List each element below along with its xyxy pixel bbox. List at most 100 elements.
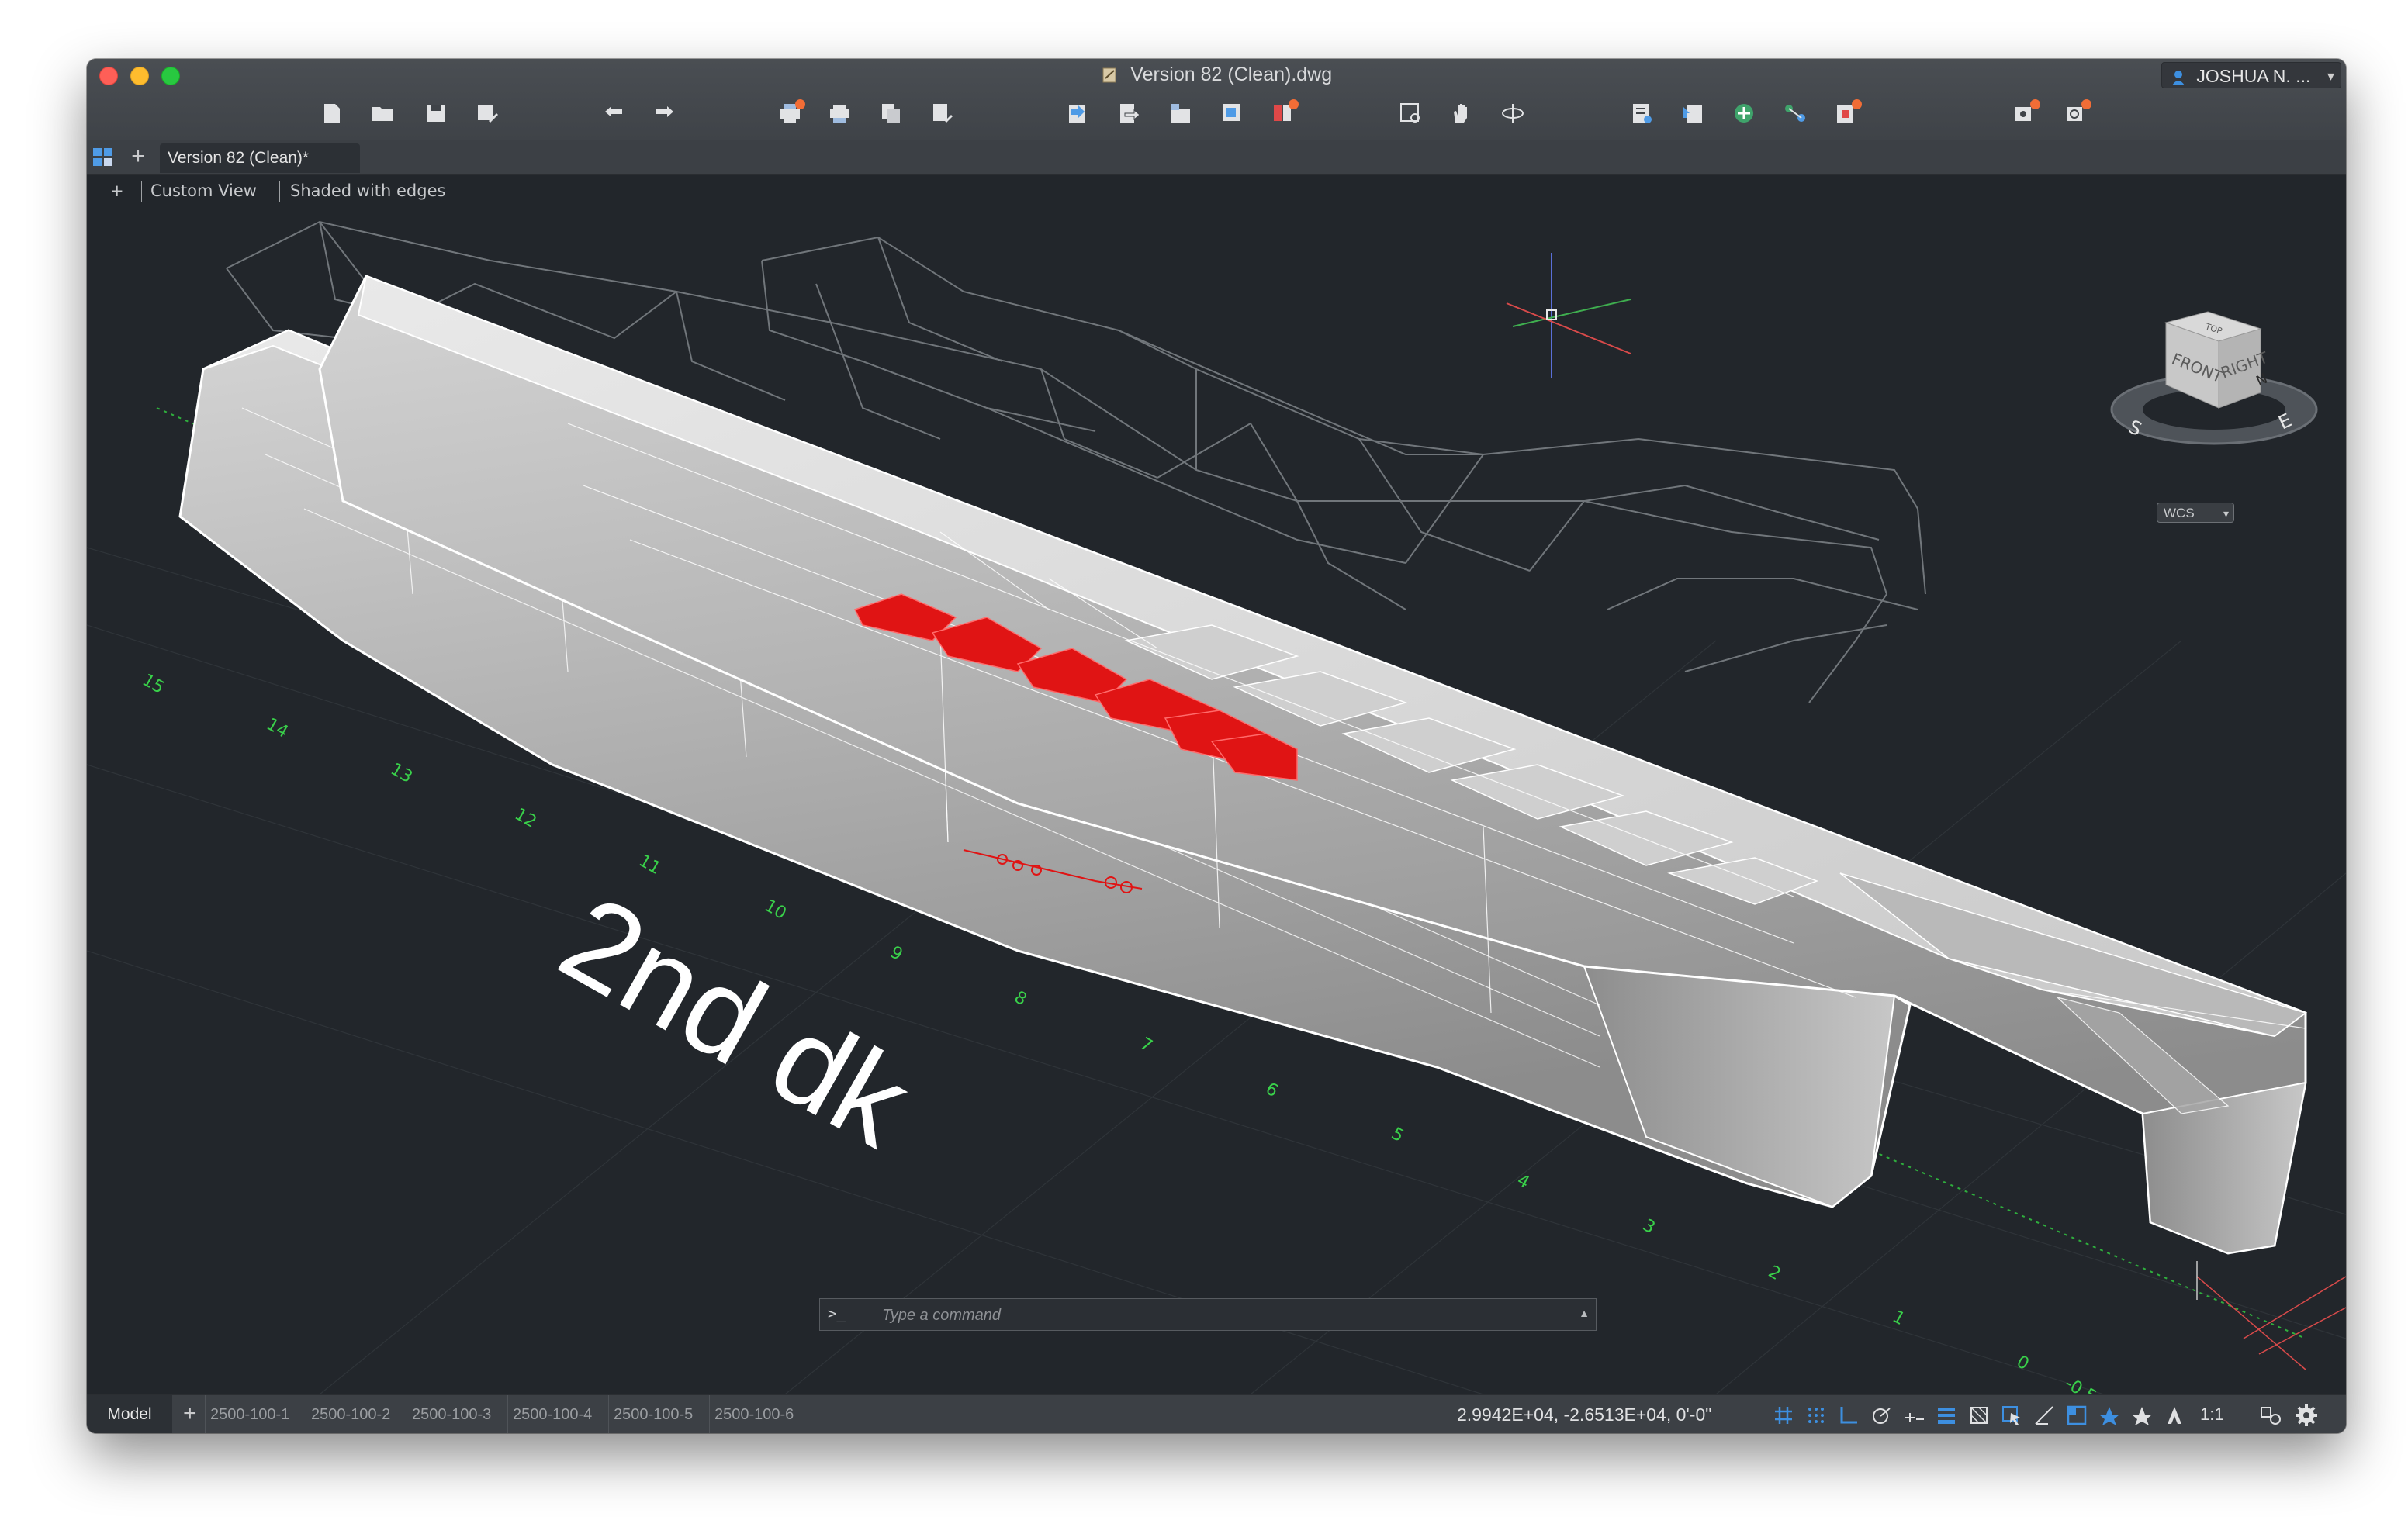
zoom-window-icon — [1400, 103, 1420, 123]
user-name: JOSHUA N. ... — [2196, 66, 2311, 86]
view-name-menu[interactable]: Custom View — [150, 181, 257, 200]
command-history-icon[interactable]: ▲ — [1579, 1307, 1590, 1319]
frame-number: 4 — [1514, 1170, 1532, 1193]
title-toolbar: Version 82 (Clean).dwg JOSHUA N. ... ▾ — [87, 59, 2346, 140]
frame-number: 11 — [635, 851, 664, 879]
ucs-menu[interactable]: WCS ▾ — [2157, 503, 2234, 523]
start-tab-icon[interactable] — [92, 147, 115, 168]
xref-button[interactable] — [1216, 98, 1247, 129]
annotation-scale-menu[interactable]: 1:1 — [2200, 1395, 2224, 1433]
new-file-icon — [324, 104, 340, 123]
gear-icon — [2296, 1404, 2317, 1426]
properties-button[interactable] — [1626, 98, 1657, 129]
undo-icon — [605, 106, 622, 117]
layout-tab[interactable]: 2500-100-6 — [709, 1395, 798, 1433]
frame-number: 5 — [1388, 1124, 1406, 1146]
publish-button[interactable] — [926, 98, 957, 129]
settings-gear-button[interactable] — [2295, 1404, 2318, 1427]
layout-tab[interactable]: 2500-100-4 — [507, 1395, 597, 1433]
add-layout-button[interactable]: + — [183, 1400, 197, 1428]
annotation-scale-icon — [2132, 1407, 2152, 1425]
notification-badge — [1289, 99, 1299, 109]
layout-tab[interactable]: 2500-100-5 — [608, 1395, 697, 1433]
insert-block-button[interactable] — [1728, 98, 1759, 129]
tab-model[interactable]: Model — [87, 1395, 172, 1433]
annotation-visibility-icon — [2067, 1405, 2087, 1425]
save-as-icon — [478, 105, 498, 123]
frame-number: 9 — [887, 942, 905, 965]
layer-state-button[interactable] — [1831, 98, 1862, 129]
notification-badge — [2030, 99, 2040, 109]
annotation-visibility-button[interactable] — [2163, 1404, 2186, 1427]
save-as-button[interactable] — [472, 98, 503, 129]
dynamic-ucs-toggle[interactable] — [2033, 1404, 2056, 1427]
transparency-toggle[interactable] — [1967, 1404, 1991, 1427]
polar-toggle[interactable] — [1870, 1404, 1893, 1427]
grid-toggle[interactable] — [1772, 1404, 1795, 1427]
grid-icon — [1775, 1407, 1792, 1424]
orbit-button[interactable] — [1497, 98, 1528, 129]
ortho-icon — [1840, 1407, 1857, 1424]
new-file-button[interactable] — [317, 98, 348, 129]
visual-style-menu[interactable]: Shaded with edges — [290, 181, 445, 200]
print-button[interactable] — [824, 98, 855, 129]
auto-scale-toggle[interactable] — [2098, 1404, 2121, 1427]
frame-number: 14 — [263, 714, 292, 742]
open-file-button[interactable] — [368, 98, 399, 129]
layout-tab[interactable]: 2500-100-2 — [306, 1395, 395, 1433]
frame-number: 15 — [139, 670, 168, 698]
layout-tab[interactable]: 2500-100-1 — [205, 1395, 294, 1433]
undo-button[interactable] — [599, 98, 630, 129]
save-button[interactable] — [420, 98, 452, 129]
command-line[interactable]: >_ Type a command ▲ — [819, 1298, 1597, 1331]
manage-xrefs-button[interactable] — [1268, 98, 1299, 129]
ortho-toggle[interactable] — [1837, 1404, 1860, 1427]
user-account-menu[interactable]: JOSHUA N. ... ▾ — [2161, 62, 2341, 88]
extensions-button[interactable] — [2009, 98, 2040, 129]
new-tab-button[interactable]: + — [127, 143, 149, 170]
ucs-label: WCS — [2164, 506, 2195, 520]
save-icon — [427, 105, 445, 122]
transparency-icon — [1970, 1407, 1988, 1424]
annotation-scale-toggle[interactable] — [2130, 1404, 2154, 1427]
export-button[interactable] — [1112, 98, 1143, 129]
redo-icon — [656, 106, 673, 117]
orbit-icon — [1502, 104, 1524, 123]
printer-icon — [830, 105, 849, 123]
ship-model-drawing[interactable]: 2nd dk 15 14 13 12 11 10 9 8 7 6 5 4 3 2… — [87, 175, 2346, 1394]
frame-number: 10 — [761, 896, 790, 924]
viewport-controls-button[interactable]: + — [110, 181, 124, 200]
selection-cycling-icon — [2002, 1406, 2020, 1425]
attach-button[interactable] — [1165, 98, 1196, 129]
window-title-area: Version 82 (Clean).dwg — [87, 64, 2346, 86]
page-setup-button[interactable] — [875, 98, 906, 129]
import-icon — [1069, 105, 1085, 123]
dynamic-ucs-icon — [2035, 1406, 2053, 1425]
command-input[interactable]: Type a command — [882, 1307, 1001, 1325]
import-button[interactable] — [1061, 98, 1092, 129]
selection-cycling-toggle[interactable] — [2000, 1404, 2023, 1427]
snap-toggle[interactable] — [1804, 1404, 1828, 1427]
match-properties-button[interactable] — [1677, 98, 1708, 129]
annotation-visibility-toggle[interactable] — [2065, 1404, 2088, 1427]
layout-tab[interactable]: 2500-100-3 — [407, 1395, 496, 1433]
publish-icon — [933, 104, 953, 123]
layers-button[interactable] — [1780, 98, 1811, 129]
plot-button[interactable] — [774, 98, 805, 129]
zoom-window-button[interactable] — [1395, 98, 1426, 129]
command-prompt-icon[interactable]: >_ — [828, 1305, 846, 1322]
document-tab-bar: + Version 82 (Clean)* — [87, 140, 2346, 175]
viewport-separator — [141, 181, 142, 202]
redo-button[interactable] — [649, 98, 680, 129]
hand-pan-icon — [1454, 104, 1467, 123]
notification-badge — [2081, 99, 2091, 109]
pan-button[interactable] — [1446, 98, 1477, 129]
lineweight-icon — [1938, 1408, 1955, 1424]
frame-number: -0.5 — [2061, 1373, 2100, 1394]
drawing-viewport[interactable]: 2nd dk 15 14 13 12 11 10 9 8 7 6 5 4 3 2… — [87, 175, 2346, 1394]
workspace-switch[interactable] — [2259, 1404, 2282, 1427]
tab-version-82[interactable]: Version 82 (Clean)* — [160, 143, 360, 173]
isodraft-toggle[interactable] — [1902, 1404, 1925, 1427]
lineweight-toggle[interactable] — [1935, 1404, 1958, 1427]
settings-button[interactable] — [2060, 98, 2091, 129]
